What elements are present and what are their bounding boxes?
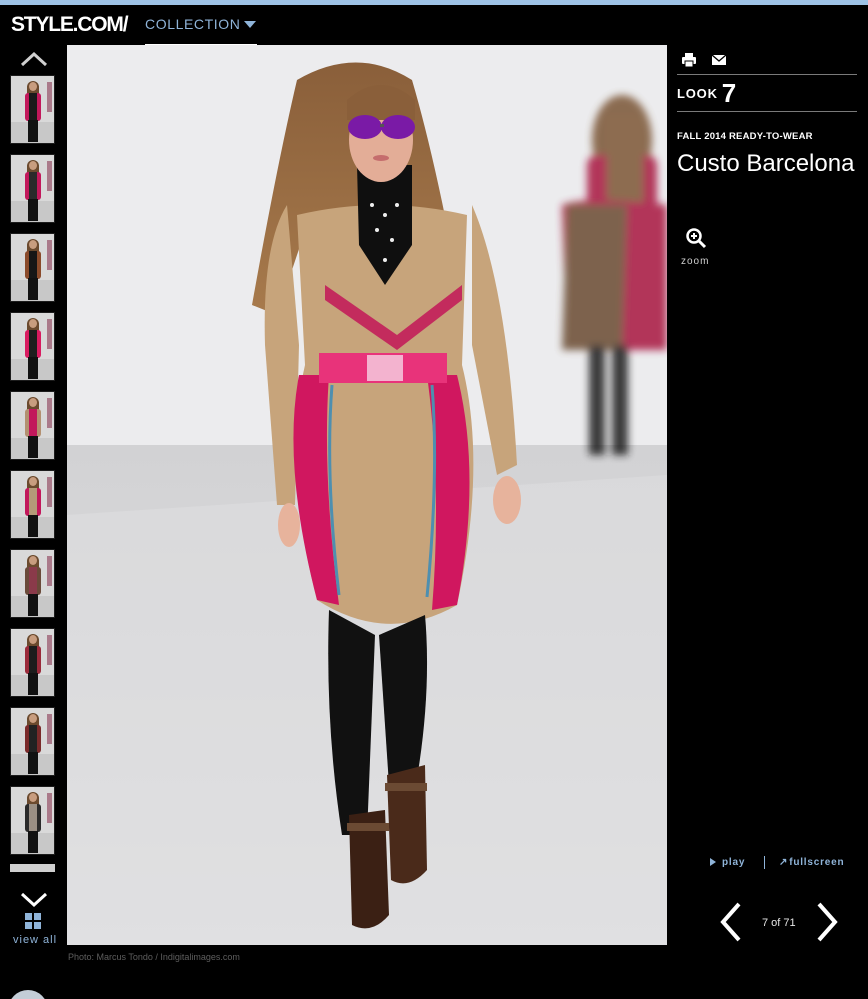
chevron-up-icon[interactable] xyxy=(20,49,48,69)
thumbnail-model-legs xyxy=(28,120,38,142)
collection-dropdown[interactable]: COLLECTION xyxy=(145,5,257,46)
zoom-label: zoom xyxy=(681,256,710,267)
thumbnail-partial[interactable] xyxy=(10,864,55,872)
thumbnail-model-head xyxy=(29,477,37,486)
thumbnail-background-model xyxy=(47,398,52,428)
thumbnail-background-model xyxy=(47,319,52,349)
chevron-right-icon[interactable] xyxy=(813,900,841,944)
magnifier-plus-icon xyxy=(686,228,707,249)
thumbnail-model-legs xyxy=(28,594,38,616)
thumbnail-model-legs xyxy=(28,199,38,221)
thumbnail-model-outfit xyxy=(25,646,41,674)
thumbnail-model-head xyxy=(29,161,37,170)
play-label: play xyxy=(722,857,746,868)
thumbnail-model-legs xyxy=(28,831,38,853)
thumbnail-background-model xyxy=(47,635,52,665)
thumbnail-item[interactable] xyxy=(10,628,55,697)
look-navigation: 7 of 71 xyxy=(717,900,847,944)
thumbnail-background-model xyxy=(47,82,52,112)
thumbnail-item[interactable] xyxy=(10,549,55,618)
play-button[interactable]: play xyxy=(710,857,745,868)
season-label: FALL 2014 READY-TO-WEAR xyxy=(677,131,813,142)
look-number: 7 xyxy=(721,78,737,108)
thumbnail-background-model xyxy=(47,161,52,191)
thumbnail-model-head xyxy=(29,635,37,644)
collection-dropdown-label: COLLECTION xyxy=(145,16,241,32)
thumbnail-model-legs xyxy=(28,515,38,537)
runway-photo[interactable] xyxy=(67,45,667,945)
thumbnail-model-outfit xyxy=(25,804,41,832)
thumbnail-model-legs xyxy=(28,673,38,695)
thumbnail-model-outfit xyxy=(25,488,41,516)
thumbnail-model-outfit xyxy=(25,330,41,358)
thumbnail-model-head xyxy=(29,793,37,802)
thumbnail-model-head xyxy=(29,240,37,249)
thumbnail-model-head xyxy=(29,82,37,91)
thumbnail-model-legs xyxy=(28,357,38,379)
thumbnail-background-model xyxy=(47,556,52,586)
play-icon xyxy=(710,858,716,866)
panel-divider-top xyxy=(677,74,857,75)
thumbnail-model-legs xyxy=(28,752,38,774)
thumbnail-item[interactable] xyxy=(10,312,55,381)
panel-divider-bottom xyxy=(677,111,857,112)
thumbnail-item[interactable] xyxy=(10,470,55,539)
thumbnail-background-model xyxy=(47,714,52,744)
view-all-label: view all xyxy=(13,934,58,946)
thumbnail-background-model xyxy=(47,477,52,507)
photo-credit: Photo: Marcus Tondo / Indigitalimages.co… xyxy=(68,952,240,962)
look-heading: LOOK 7 xyxy=(677,78,736,109)
thumbnail-model-head xyxy=(29,398,37,407)
thumbnail-item[interactable] xyxy=(10,391,55,460)
thumbnail-model-outfit xyxy=(25,409,41,437)
zoom-button[interactable]: zoom xyxy=(679,225,713,267)
thumbnail-model-outfit xyxy=(25,172,41,200)
designer-name[interactable]: Custo Barcelona xyxy=(677,149,857,179)
thumbnail-background-model xyxy=(47,240,52,270)
site-header: STYLE.COM/ COLLECTION xyxy=(0,5,868,46)
thumbnail-model-legs xyxy=(28,278,38,300)
printer-icon[interactable] xyxy=(681,52,697,68)
thumbnail-rail: view all xyxy=(0,45,66,950)
thumbnail-model-head xyxy=(29,556,37,565)
caret-down-icon xyxy=(244,21,256,28)
thumbnail-model-outfit xyxy=(25,93,41,121)
thumbnail-model-outfit xyxy=(25,567,41,595)
controls-separator xyxy=(764,856,765,869)
view-all-button[interactable]: view all xyxy=(8,912,60,946)
fullscreen-label: fullscreen xyxy=(789,857,845,868)
slideshow-controls: play ↗fullscreen xyxy=(707,856,867,873)
site-logo[interactable]: STYLE.COM/ xyxy=(11,13,129,37)
feedback-badge[interactable] xyxy=(8,990,48,999)
thumbnail-background-model xyxy=(47,793,52,823)
runway-illustration xyxy=(67,45,667,945)
thumbnail-item[interactable] xyxy=(10,75,55,144)
chevron-down-icon[interactable] xyxy=(20,890,48,910)
grid-icon xyxy=(25,913,41,929)
thumbnail-model-head xyxy=(29,714,37,723)
thumbnail-model-outfit xyxy=(25,251,41,279)
thumbnail-model-head xyxy=(29,319,37,328)
thumbnail-item[interactable] xyxy=(10,233,55,302)
thumbnail-item[interactable] xyxy=(10,154,55,223)
chevron-left-icon[interactable] xyxy=(717,900,745,944)
thumbnail-item[interactable] xyxy=(10,786,55,855)
look-info-panel: LOOK 7 FALL 2014 READY-TO-WEAR Custo Barc… xyxy=(667,45,868,950)
envelope-icon[interactable] xyxy=(711,52,727,68)
thumbnail-item[interactable] xyxy=(10,707,55,776)
fullscreen-icon: ↗ xyxy=(779,857,789,868)
share-tools xyxy=(681,52,741,68)
thumbnail-model-legs xyxy=(28,436,38,458)
thumbnail-model-outfit xyxy=(25,725,41,753)
fullscreen-button[interactable]: ↗fullscreen xyxy=(779,857,844,868)
look-counter: 7 of 71 xyxy=(762,917,796,929)
look-label: LOOK xyxy=(677,86,718,101)
